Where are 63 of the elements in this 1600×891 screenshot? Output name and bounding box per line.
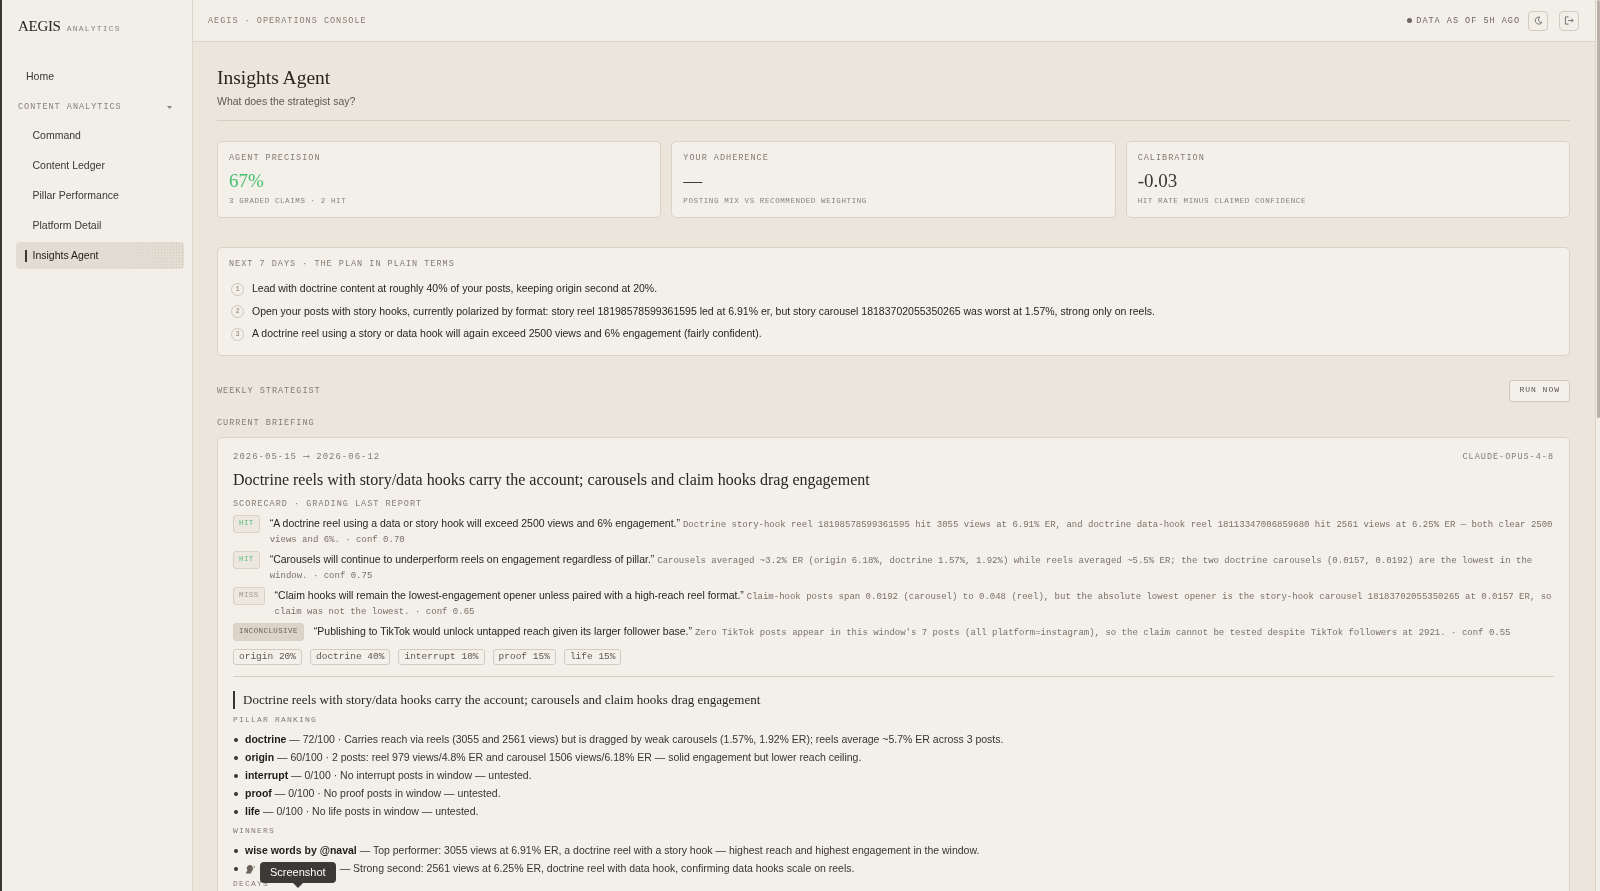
step-text: Open your posts with story hooks, currently polarized by format: story reel 18198578599361595 led at 6.91% er, but story carousel 18183702055350265 was worst at 1.57%, strong only on reels. <box>252 304 1155 319</box>
claim-text: “A doctrine reel using a data or story hook will exceed 2500 views and 6% engagement.” Doctrine story-hook reel 18198578599361595 hit 3055 views at 6.91% ER, and doctrine data-hook reel 18113347006859680 hit 2561 views at 6.25% ER — both clear 2500 views and 6%. · conf 0.70 <box>269 515 1554 547</box>
kpi-value: — <box>683 170 704 192</box>
model-name: CLAUDE-OPUS-4-8 <box>1462 450 1554 463</box>
section-heading: WEEKLY STRATEGIST <box>217 384 321 397</box>
report-heading: Doctrine reels with story/data hooks carry the account; carousels and claim hooks drag engagement <box>233 691 1554 709</box>
plan-heading: NEXT 7 DAYS · THE PLAN IN PLAIN TERMS <box>229 258 456 270</box>
kpi-label: CALIBRATION <box>1137 152 1206 164</box>
tooltip-pointer-icon <box>292 883 303 888</box>
nav-link[interactable]: Content Ledger <box>16 152 184 179</box>
list-item-text: doctrine — 72/100 · Carries reach via reels (3055 and 2561 views) but is dragged by weak carousels (1.57%, 1.92% ER); reels average ~5.7% ER across 3 posts. <box>245 733 1004 747</box>
briefing-title: Doctrine reels with story/data hooks carry the account; carousels and claim hooks drag engagement <box>233 469 871 490</box>
bullet-icon <box>234 774 238 778</box>
list-item-text: — Strong second: 2561 views at 6.25% ER, doctrine reel with data hook, confirming data hooks scale on reels. <box>339 862 855 876</box>
scrollbar-thumb[interactable] <box>1596 0 1600 418</box>
claim-text: “Claim hooks will remain the lowest-engagement opener unless paired with a high-reach reel format.” Claim-hook posts span 0.0192 (carousel) to 0.048 (reel), but the absolute lowest opener is the story-hook carousel 18183702055350265 at 0.0157 ER, so claim was not the lowest. · conf 0.65 <box>274 587 1553 619</box>
list-item-text: proof — 0/100 · No proof posts in window — untested. <box>245 787 501 801</box>
nav-link[interactable]: Command <box>16 122 184 149</box>
report-section-heading: PILLAR RANKING <box>233 715 317 724</box>
nav-link[interactable]: Home <box>16 63 184 90</box>
page-subtitle: What does the strategist say? <box>217 94 357 108</box>
kpi-value: 67% <box>229 170 265 192</box>
weight-tag: origin 20% <box>233 649 302 665</box>
kpi-label: AGENT PRECISION <box>229 152 322 164</box>
kpi-value: -0.03 <box>1137 170 1179 192</box>
bullet-icon <box>234 756 238 760</box>
nav-link[interactable]: Pillar Performance <box>16 182 184 209</box>
moon-icon <box>1533 16 1543 25</box>
exit-arrow-icon <box>1564 16 1574 25</box>
list-item-text: life — 0/100 · No life posts in window — untested. <box>245 805 479 819</box>
step-text: Lead with doctrine content at roughly 40% of your posts, keeping origin second at 20%. <box>252 282 658 297</box>
bullet-icon <box>234 867 238 871</box>
bullet-icon <box>234 738 238 742</box>
data-freshness-label: DATA AS OF 5H AGO <box>1416 14 1520 27</box>
bullet-icon <box>234 810 238 814</box>
weight-tag: doctrine 40% <box>310 649 391 665</box>
sign-out-button[interactable] <box>1559 10 1579 31</box>
brand-name: AEGIS <box>18 17 61 35</box>
brand-suffix: ANALYTICS <box>66 24 121 35</box>
breadcrumb: AEGIS · OPERATIONS CONSOLE <box>208 14 367 27</box>
bullet-icon <box>234 792 238 796</box>
list-item-text: wise words by @naval — Top performer: 3055 views at 6.91% ER, a doctrine reel with a story hook — highest reach and highest engagement in the window. <box>245 844 980 858</box>
weight-tag: proof 15% <box>492 649 556 665</box>
weight-tag: interrupt 10% <box>398 649 485 665</box>
step-text: A doctrine reel using a story or data hook will again exceed 2500 views and 6% engagement (fairly confident). <box>252 327 762 342</box>
date-range: 2026-05-15 ⟶ 2026-06-12 <box>233 450 381 463</box>
claim-text: “Publishing to TikTok would unlock untapped reach given its larger follower base.” Zero TikTok posts appear in this window's 7 posts (all platform=instagram), so the claim cannot be tested despite TikTok followers at 2921. · conf 0.55 <box>313 623 1511 639</box>
scorecard-heading: SCORECARD · GRADING LAST REPORT <box>233 497 424 510</box>
section-toggle[interactable]: CONTENT ANALYTICS <box>16 97 184 118</box>
weight-tag: life 15% <box>563 649 622 665</box>
nav-link[interactable]: Insights Agent <box>16 242 184 269</box>
list-item-text: origin — 60/100 · 2 posts: reel 979 views/4.8% ER and carousel 1506 views/6.18% ER — solid engagement but lower reach ceiling. <box>245 751 862 765</box>
bullet-icon <box>234 849 238 853</box>
kpi-label: YOUR ADHERENCE <box>683 152 770 164</box>
theme-toggle-button[interactable] <box>1528 10 1548 31</box>
claim-text: “Carousels will continue to underperform reels on engagement regardless of pillar.” Carousels averaged ~3.2% ER (origin 6.18%, doctrine 1.57%, 1.92%) while reels averaged ~5.5% ER; the two doctrine carousels (0.0157, 0.0192) are the lowest in the window. · conf 0.75 <box>269 551 1534 583</box>
page-title: Insights Agent <box>217 66 332 90</box>
nav-link[interactable]: Platform Detail <box>16 212 184 239</box>
run-now-button[interactable]: RUN NOW <box>1509 379 1570 402</box>
section-heading: CURRENT BRIEFING <box>217 416 316 429</box>
status-dot-icon <box>1407 18 1413 23</box>
list-item-text: interrupt — 0/100 · No interrupt posts in window — untested. <box>245 769 532 783</box>
report-section-heading: WINNERS <box>233 826 275 835</box>
